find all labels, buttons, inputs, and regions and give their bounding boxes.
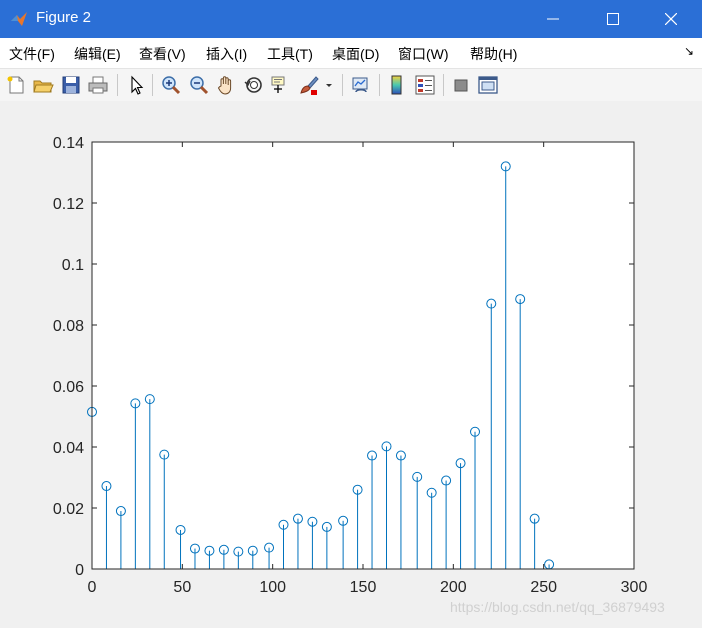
menu-insert[interactable]: 插入(I) bbox=[206, 44, 247, 64]
legend-icon[interactable] bbox=[414, 74, 436, 96]
save-icon[interactable] bbox=[60, 74, 82, 96]
brush-icon[interactable] bbox=[298, 74, 320, 96]
x-tick-label: 50 bbox=[173, 579, 191, 596]
menu-help[interactable]: 帮助(H) bbox=[470, 44, 517, 64]
toolbar-separator bbox=[342, 74, 343, 96]
x-tick-label: 150 bbox=[350, 579, 377, 596]
select-arrow-icon[interactable] bbox=[125, 74, 147, 96]
figure-toolbar bbox=[0, 68, 702, 102]
print-icon[interactable] bbox=[87, 74, 109, 96]
x-tick-label: 100 bbox=[259, 579, 286, 596]
pan-hand-icon[interactable] bbox=[215, 74, 237, 96]
menu-overflow-arrow-icon[interactable]: ↘ bbox=[684, 44, 694, 58]
menu-desktop[interactable]: 桌面(D) bbox=[332, 44, 379, 64]
menu-bar: 文件(F) 编辑(E) 查看(V) 插入(I) 工具(T) 桌面(D) 窗口(W… bbox=[0, 38, 702, 68]
minimize-icon bbox=[547, 18, 559, 20]
menu-edit[interactable]: 编辑(E) bbox=[74, 44, 121, 64]
axes-background bbox=[92, 142, 634, 569]
y-tick-label: 0.08 bbox=[53, 318, 84, 335]
title-bar: Figure 2 bbox=[0, 0, 702, 38]
link-plot-icon[interactable] bbox=[350, 74, 372, 96]
y-tick-label: 0.1 bbox=[62, 257, 84, 274]
y-tick-label: 0.14 bbox=[53, 135, 84, 152]
x-tick-label: 0 bbox=[88, 579, 97, 596]
y-tick-label: 0 bbox=[75, 562, 84, 579]
maximize-icon bbox=[607, 13, 619, 25]
stem-chart: 0 50 100 150 200 250 300 0 0.02 0.04 0.06 0.08 0.1 0.… bbox=[53, 135, 648, 596]
toolbar-separator bbox=[152, 74, 153, 96]
maximize-button[interactable] bbox=[590, 0, 636, 38]
close-icon bbox=[665, 13, 677, 25]
menu-tools[interactable]: 工具(T) bbox=[267, 44, 313, 64]
show-plot-tools-icon[interactable] bbox=[477, 74, 499, 96]
x-tick-label: 250 bbox=[530, 579, 557, 596]
open-file-icon[interactable] bbox=[32, 74, 54, 96]
zoom-out-icon[interactable] bbox=[188, 74, 210, 96]
x-tick-label: 300 bbox=[621, 579, 648, 596]
y-tick-label: 0.06 bbox=[53, 379, 84, 396]
window-title: Figure 2 bbox=[36, 9, 92, 26]
watermark-text: https://blog.csdn.net/qq_36879493 bbox=[450, 599, 665, 615]
figure-canvas: 0 50 100 150 200 250 300 0 0.02 0.04 0.06 0.08 0.1 0.… bbox=[0, 101, 702, 628]
x-tick-label: 200 bbox=[440, 579, 467, 596]
y-tick-label: 0.12 bbox=[53, 196, 84, 213]
toolbar-separator bbox=[443, 74, 444, 96]
new-figure-icon[interactable] bbox=[5, 74, 27, 96]
minimize-button[interactable] bbox=[530, 0, 576, 38]
hide-plot-tools-icon[interactable] bbox=[450, 74, 472, 96]
zoom-in-icon[interactable] bbox=[160, 74, 182, 96]
rotate-3d-icon[interactable] bbox=[243, 74, 265, 96]
data-cursor-icon[interactable] bbox=[270, 74, 292, 96]
colorbar-icon[interactable] bbox=[386, 74, 408, 96]
menu-view[interactable]: 查看(V) bbox=[139, 44, 186, 64]
menu-file[interactable]: 文件(F) bbox=[9, 44, 55, 64]
toolbar-separator bbox=[117, 74, 118, 96]
y-tick-label: 0.04 bbox=[53, 440, 84, 457]
menu-window[interactable]: 窗口(W) bbox=[398, 44, 449, 64]
y-tick-label: 0.02 bbox=[53, 501, 84, 518]
brush-dropdown-icon[interactable] bbox=[323, 74, 335, 96]
close-button[interactable] bbox=[648, 0, 694, 38]
toolbar-separator bbox=[379, 74, 380, 96]
matlab-logo-icon bbox=[11, 12, 27, 26]
